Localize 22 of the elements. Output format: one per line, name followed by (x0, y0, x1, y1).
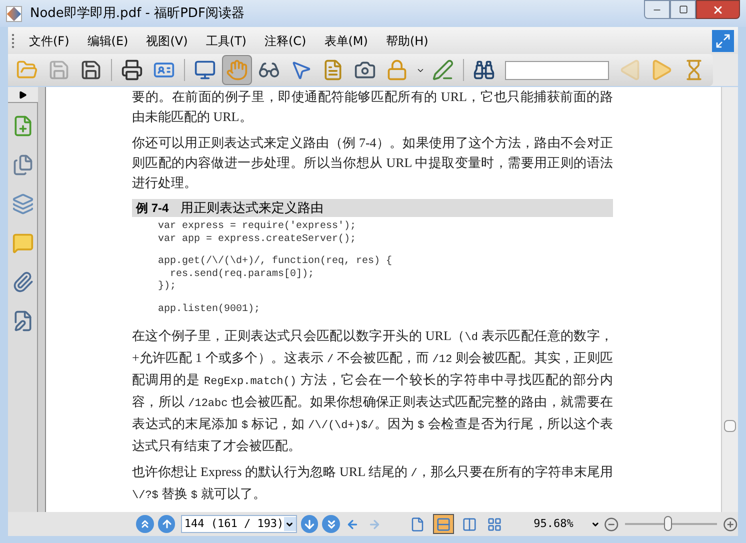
menu-item[interactable]: 注释(C) (256, 32, 316, 50)
menu-item[interactable]: 文件(F) (20, 32, 78, 50)
code-line: app.listen(9001); (158, 304, 260, 316)
page-number-field[interactable]: 144 (161 / 193) (181, 515, 297, 533)
menu-item[interactable]: 工具(T) (196, 32, 256, 50)
zoom-value: 95.68% (534, 516, 574, 532)
menu-item[interactable]: 表单(M) (315, 32, 377, 50)
code-line: var app = express.createServer(); (158, 234, 356, 246)
example-number: 例 7-4 (136, 200, 169, 217)
paragraph: 你还可以用正则表达式来定义路由（例 7-4）。如果使用了这个方法，路由不会对正则匹配的内容做进一步处理。所以当你想从 URL 中提取变量时，需要用正则的语法进行处理。 (132, 134, 613, 192)
example-title: 用正则表达式来定义路由 (180, 199, 324, 218)
code-line: }); (158, 281, 176, 294)
code-line: app.get(/\/(\d+)/, function(req, res) { (158, 256, 392, 268)
paragraph: 要的。在前面的例子里，即使通配符能够匹配所有的 URL，它也只能捕获前面的路由未能匹配的 URL。 (132, 88, 613, 126)
code-line: res.send(req.params[0]); (169, 268, 314, 280)
code-line: var express = require('express'); (158, 221, 356, 234)
paragraph: 也许你想让 Express 的默认行为忽略 URL 结尾的 /，那么只要在所有的字符串末尾用 \/?$ 替换 $ 就可以了。 (132, 463, 613, 504)
menu-item[interactable]: 视图(V) (137, 32, 197, 50)
menu-item[interactable]: 编辑(E) (78, 32, 138, 50)
window-title: Node即学即用.pdf - 福昕PDF阅读器 (30, 4, 244, 23)
page-number: 144 (161 / 193) (183, 516, 284, 532)
menu-item[interactable]: 帮助(H) (376, 32, 438, 50)
